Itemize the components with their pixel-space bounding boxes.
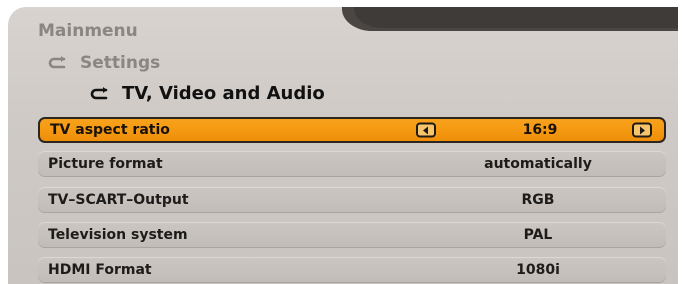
breadcrumb-mainmenu[interactable]: Mainmenu [38, 21, 138, 41]
row-label: Television system [48, 227, 188, 243]
row-label: HDMI Format [48, 262, 152, 278]
row-value: automatically [484, 156, 592, 172]
settings-panel: Mainmenu Settings TV, Video and Audio TV… [8, 7, 678, 284]
row-value: 16:9 [522, 122, 558, 138]
return-arrow-icon [48, 56, 68, 70]
right-arrow-icon[interactable] [632, 122, 652, 138]
breadcrumb-settings-label: Settings [80, 53, 161, 73]
osd-frame: Mainmenu Settings TV, Video and Audio TV… [0, 0, 682, 284]
breadcrumb-settings[interactable]: Settings [48, 53, 160, 73]
menu-row-picture-format[interactable]: Picture format automatically [38, 151, 666, 177]
row-value: 1080i [516, 262, 560, 278]
row-label: Picture format [48, 156, 163, 172]
page-title: TV, Video and Audio [122, 83, 325, 104]
menu-row-television-system[interactable]: Television system PAL [38, 222, 666, 248]
breadcrumb-current: TV, Video and Audio [90, 83, 325, 104]
left-arrow-icon[interactable] [416, 122, 436, 138]
menu-row-tv-aspect-ratio[interactable]: TV aspect ratio 16:9 [38, 117, 666, 143]
row-value: RGB [521, 192, 555, 208]
row-value: PAL [523, 227, 553, 243]
panel-tab-edge [342, 7, 678, 31]
row-label: TV aspect ratio [50, 122, 170, 138]
menu-row-tv-scart-output[interactable]: TV–SCART–Output RGB [38, 187, 666, 213]
return-arrow-icon [90, 86, 110, 101]
menu-row-hdmi-format[interactable]: HDMI Format 1080i [38, 257, 666, 283]
row-label: TV–SCART–Output [48, 192, 189, 208]
